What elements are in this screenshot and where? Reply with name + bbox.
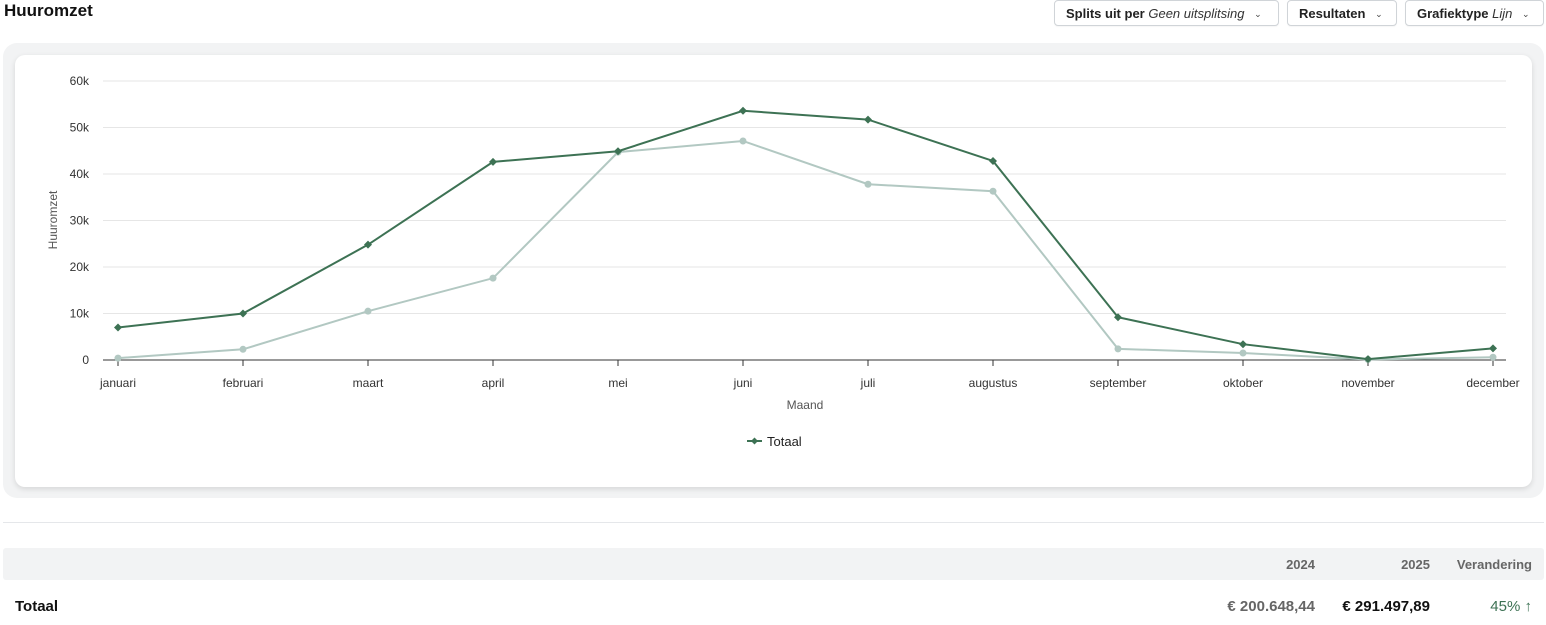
- data-point-totaal: [864, 115, 872, 124]
- x-tick-label: juli: [860, 376, 876, 390]
- x-tick-label: december: [1466, 376, 1519, 390]
- data-point-previous: [1489, 353, 1497, 361]
- x-tick-label: augustus: [969, 376, 1018, 390]
- line-chart: 0 10k 20k 30k 40k 50k 60k januari februari maart…: [46, 74, 1520, 449]
- data-point-totaal: [1239, 340, 1247, 349]
- x-tick-label: april: [482, 376, 505, 390]
- data-point-previous: [1239, 349, 1247, 357]
- column-header-2024: 2024: [1286, 557, 1315, 572]
- chart-series: [114, 106, 1497, 364]
- series-line-totaal: [117, 109, 1494, 361]
- data-point-previous: [1114, 345, 1122, 353]
- y-tick-label: 0: [82, 353, 89, 367]
- y-axis-ticks: 0 10k 20k 30k 40k 50k 60k: [70, 74, 90, 367]
- chart-legend: Totaal: [747, 434, 802, 449]
- table-cell-2024: € 200.648,44: [1227, 598, 1315, 615]
- legend-label: Totaal: [767, 434, 802, 449]
- data-point-previous: [864, 180, 872, 188]
- x-tick-label: oktober: [1223, 376, 1263, 390]
- data-point-totaal: [1364, 355, 1372, 364]
- data-point-previous: [239, 345, 247, 353]
- y-tick-label: 40k: [70, 167, 90, 181]
- data-point-totaal: [114, 323, 122, 332]
- data-point-totaal: [239, 309, 247, 318]
- x-tick-label: september: [1090, 376, 1147, 390]
- table-cell-2025: € 291.497,89: [1342, 598, 1430, 615]
- data-point-previous: [364, 307, 372, 315]
- y-tick-label: 10k: [70, 307, 90, 321]
- y-tick-label: 60k: [70, 74, 90, 88]
- x-tick-label: februari: [223, 376, 264, 390]
- x-tick-label: maart: [353, 376, 384, 390]
- column-header-2025: 2025: [1401, 557, 1430, 572]
- y-axis-label: Huuromzet: [46, 190, 60, 249]
- data-point-previous: [114, 354, 122, 362]
- data-point-totaal: [739, 106, 747, 115]
- table-cell-change: 45% ↑: [1490, 598, 1532, 615]
- x-axis-ticks: januari februari maart april mei juni juli augu…: [99, 360, 1520, 390]
- y-tick-label: 30k: [70, 214, 90, 228]
- section-divider: [3, 522, 1544, 523]
- y-tick-label: 20k: [70, 260, 90, 274]
- x-axis-label: Maand: [787, 398, 824, 412]
- x-tick-label: mei: [608, 376, 627, 390]
- data-point-totaal: [1489, 344, 1497, 353]
- legend-marker: [751, 437, 758, 445]
- data-point-previous: [989, 187, 997, 195]
- table-row-label: Totaal: [15, 598, 59, 615]
- column-header-change: Verandering: [1456, 557, 1532, 572]
- x-tick-label: januari: [99, 376, 136, 390]
- y-tick-label: 50k: [70, 121, 90, 135]
- data-point-previous: [489, 274, 497, 282]
- chart-grid: [103, 80, 1506, 361]
- x-tick-label: november: [1341, 376, 1394, 390]
- x-tick-label: juni: [733, 376, 753, 390]
- data-point-previous: [739, 137, 747, 145]
